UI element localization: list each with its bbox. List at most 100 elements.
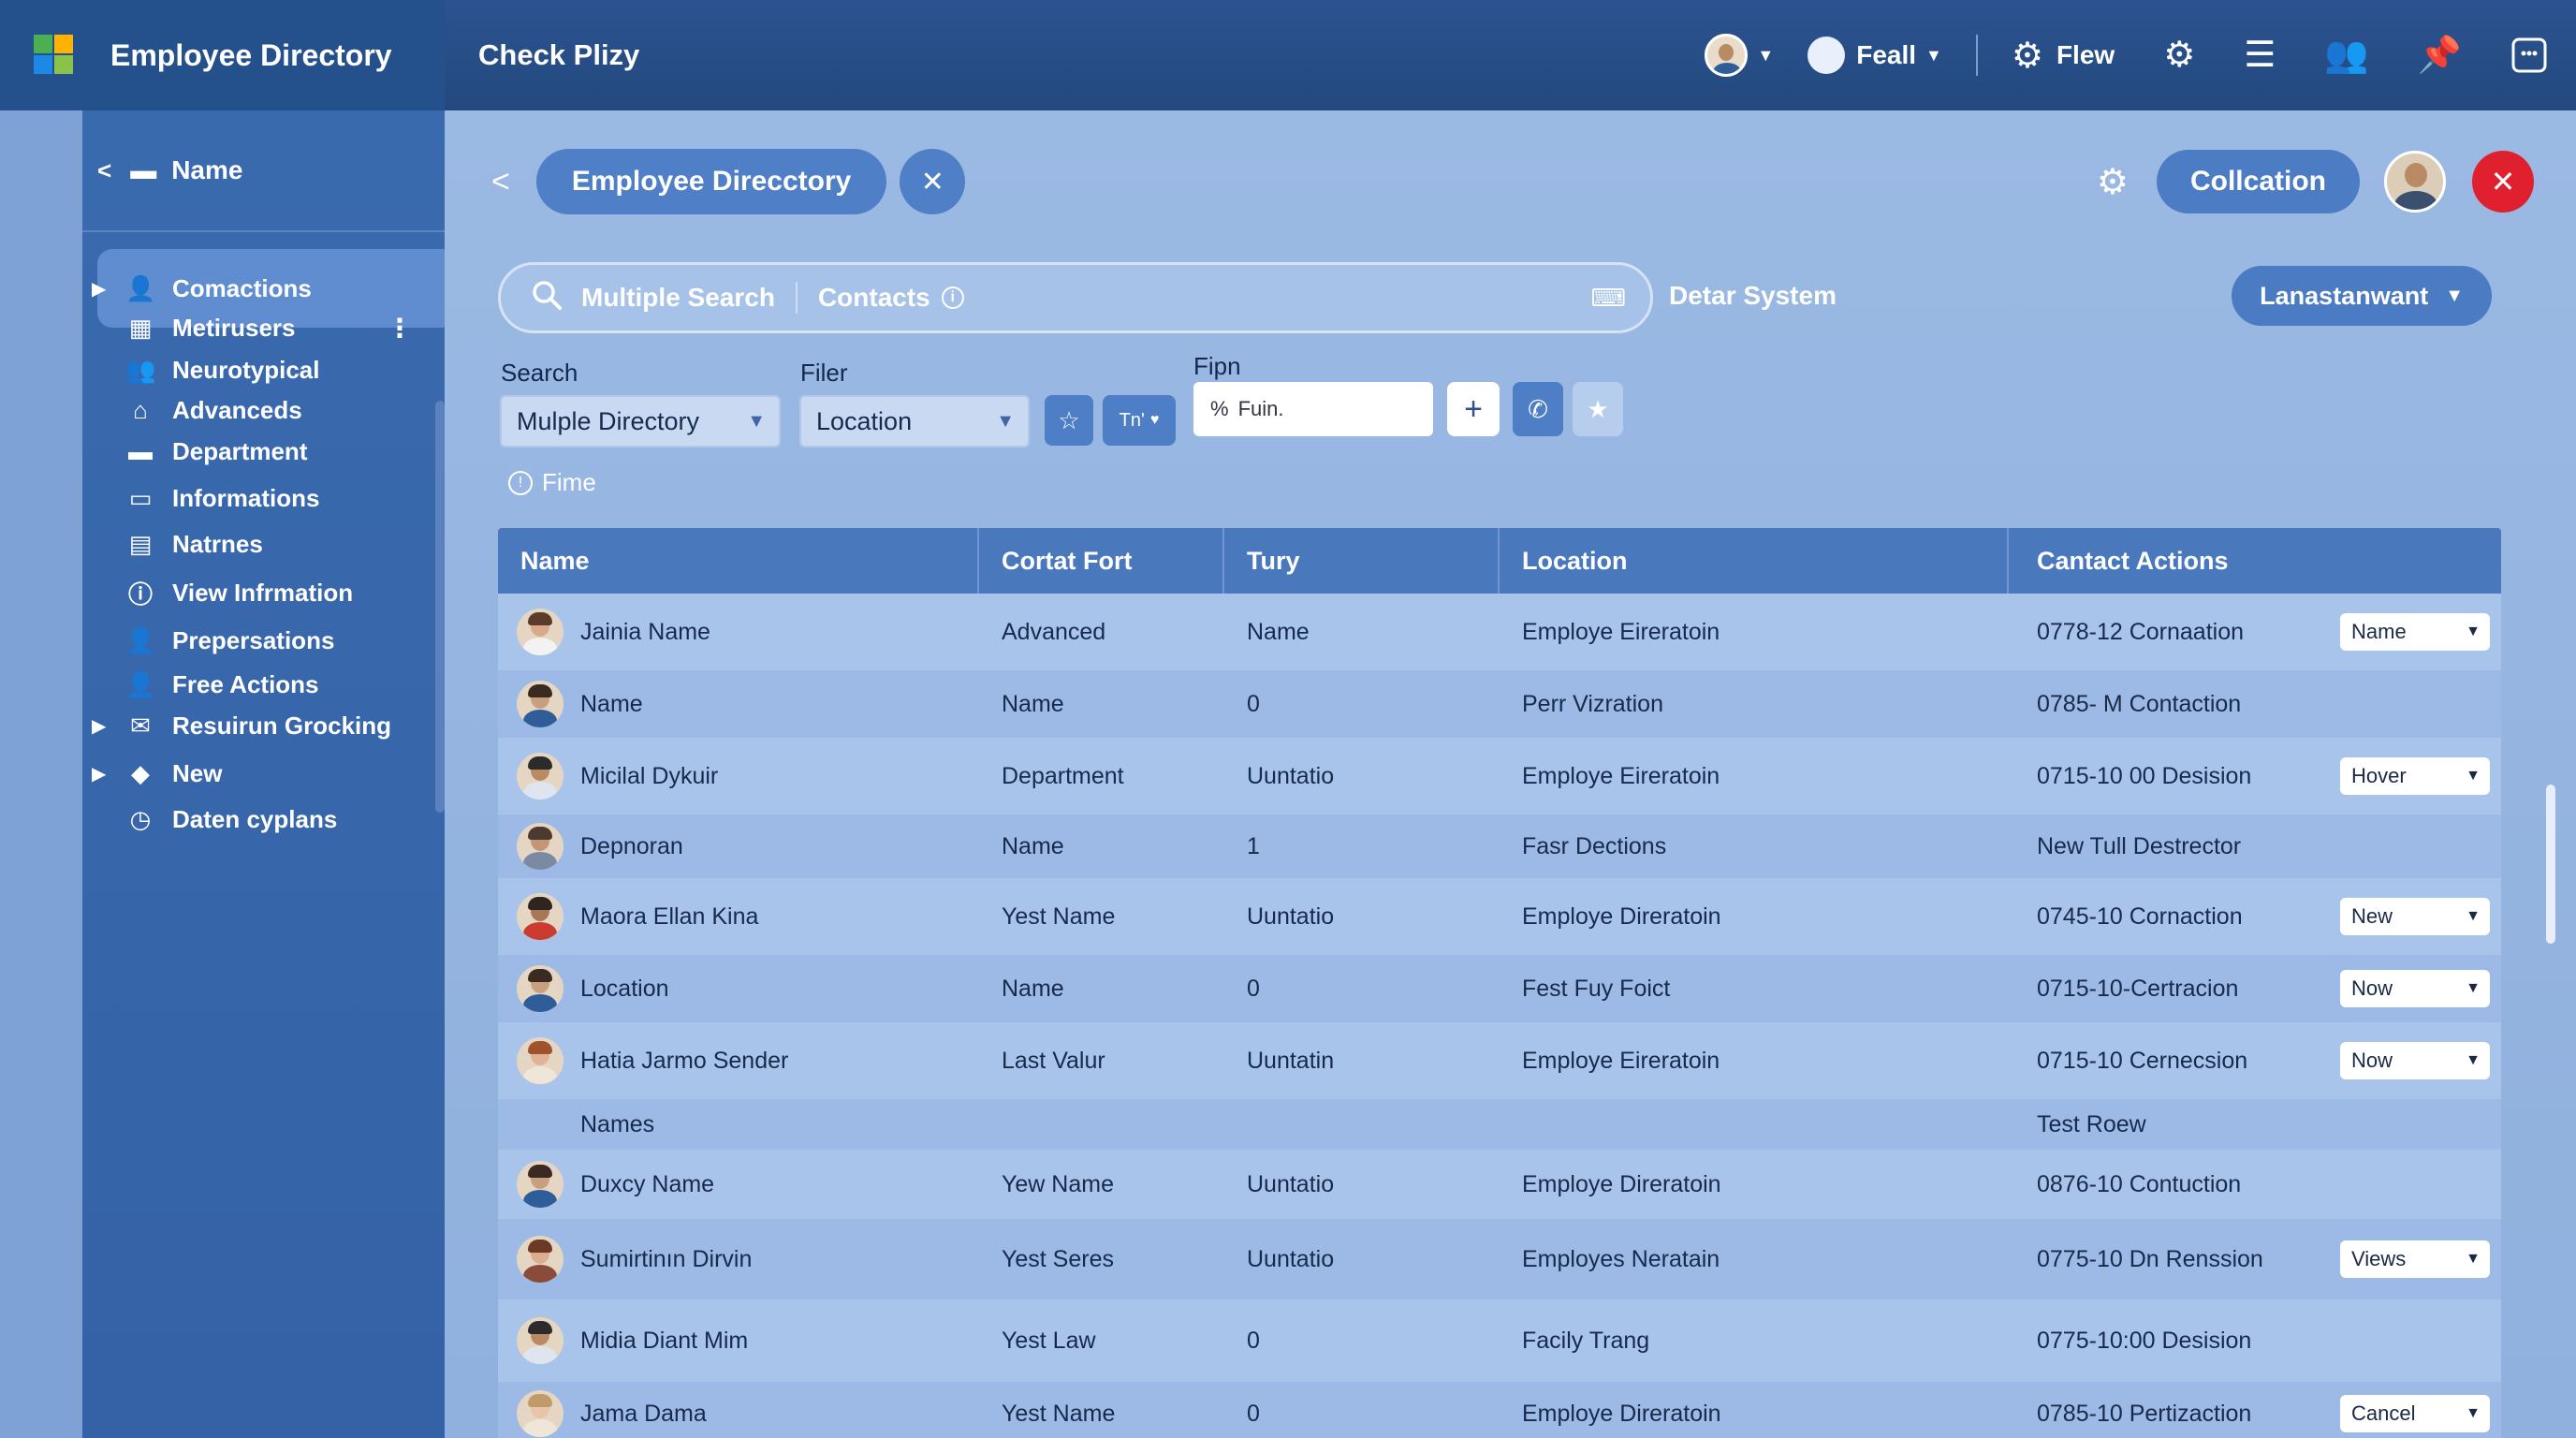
search-icon <box>531 279 563 317</box>
cell-fort: Name <box>1002 832 1064 859</box>
cell-name: Sumirtinın Dirvin <box>498 1219 979 1299</box>
flew-button[interactable]: ⚙ Flew <box>2012 35 2115 77</box>
cell-location: Employe Direratoin <box>1522 902 1721 930</box>
table-row[interactable]: Name Name 0 Perr Vizration 0785- M Contactio… <box>498 670 2501 738</box>
row-action-select[interactable]: Now ▼ <box>2340 970 2490 1007</box>
row-action-value: Views <box>2351 1247 2407 1270</box>
table-row[interactable]: Jainia Name Advanced Name Employe Eireratoi… <box>498 594 2501 670</box>
avatar <box>517 893 564 940</box>
row-action-value: Name <box>2351 620 2407 643</box>
table-scrollbar[interactable] <box>2546 785 2555 944</box>
chevron-left-icon[interactable]: < <box>97 156 111 185</box>
search-bar[interactable]: Multiple Search Contacts i ⌨ <box>498 262 1653 333</box>
column-header-actions[interactable]: Cantact Actions <box>2009 528 2501 594</box>
divider <box>1975 35 1978 76</box>
column-header-name[interactable]: Name <box>498 528 979 594</box>
cell-fort: Yest Law <box>1002 1327 1096 1354</box>
column-header-fort[interactable]: Cortat Fort <box>979 528 1224 594</box>
employee-name[interactable]: Micilal Dykuir <box>580 763 718 790</box>
employee-name[interactable]: Names <box>580 1111 654 1138</box>
table-row[interactable]: Micilal Dykuir Department Uuntatio Employe … <box>498 738 2501 814</box>
contacts-filter[interactable]: Contacts <box>818 283 930 313</box>
fipn-input[interactable]: % Fuin. <box>1193 382 1433 436</box>
collection-button[interactable]: Collcation <box>2156 150 2360 213</box>
add-button[interactable]: + <box>1447 382 1500 436</box>
back-chevron-icon[interactable]: < <box>491 164 510 200</box>
employee-name[interactable]: Sumirtinın Dirvin <box>580 1246 752 1273</box>
filer-label: Filer <box>800 359 848 387</box>
search-input[interactable]: Multiple Search <box>581 283 775 313</box>
employee-name[interactable]: Hatia Jarmo Sender <box>580 1048 788 1075</box>
gear-icon[interactable]: ⚙ <box>2163 37 2195 73</box>
detar-system-link[interactable]: Detar System <box>1669 281 1837 311</box>
table-row[interactable]: Location Name 0 Fest Fuy Foict 0715-10-Certr… <box>498 955 2501 1022</box>
employee-name[interactable]: Duxcy Name <box>580 1171 714 1198</box>
employee-name[interactable]: Jama Dama <box>580 1401 707 1428</box>
table-row[interactable]: Duxcy Name Yew Name Uuntatio Employe Direra… <box>498 1150 2501 1219</box>
employee-name[interactable]: Jainia Name <box>580 619 710 646</box>
pin-icon[interactable]: 📌 <box>2418 37 2462 73</box>
sidebar-header[interactable]: < ▬ Name <box>82 110 445 232</box>
page-title[interactable]: Employee Direcctory <box>535 149 887 214</box>
profile-menu[interactable]: ▼ <box>1705 34 1774 77</box>
close-button[interactable]: ✕ <box>2472 151 2534 213</box>
employee-name[interactable]: Location <box>580 976 669 1003</box>
cell-location: Fest Fuy Foict <box>1522 975 1671 1002</box>
avatar <box>517 1037 564 1084</box>
list-icon[interactable]: ☰ <box>2244 37 2276 73</box>
contact-text: 0785- M Contaction <box>2037 690 2242 717</box>
row-action-select[interactable]: Views ▼ <box>2340 1240 2490 1278</box>
employee-name[interactable]: Name <box>580 691 643 718</box>
cell-name: Jama Dama <box>498 1382 979 1438</box>
table-row[interactable]: Depnoran Name 1 Fasr Dections New Tull Destr… <box>498 814 2501 878</box>
avatar <box>517 965 564 1012</box>
filer-select[interactable]: Location ▼ <box>799 395 1030 448</box>
row-action-select[interactable]: New ▼ <box>2340 898 2490 935</box>
employee-table: Name Cortat Fort Tury Location Cantact A… <box>498 528 2501 1438</box>
gear-icon[interactable]: ⚙ <box>2097 161 2129 203</box>
table-row[interactable]: Jama Dama Yest Name 0 Employe Direratoin 078… <box>498 1382 2501 1438</box>
tag-filter-button[interactable]: Tn' ♥ <box>1103 395 1176 446</box>
row-action-select[interactable]: Hover ▼ <box>2340 757 2490 795</box>
row-action-select[interactable]: Cancel ▼ <box>2340 1395 2490 1432</box>
favorite-button[interactable]: ☆ <box>1045 395 1093 446</box>
column-header-tury[interactable]: Tury <box>1224 528 1500 594</box>
fime-link[interactable]: ! Fime <box>508 468 596 497</box>
close-tab-button[interactable]: ✕ <box>900 149 966 214</box>
employee-name[interactable]: Midia Diant Mim <box>580 1328 748 1355</box>
chevron-down-icon: ▼ <box>2466 1251 2481 1267</box>
sidebar-scrollbar[interactable] <box>435 401 445 813</box>
avatar[interactable] <box>2384 151 2446 213</box>
contact-text: 0745-10 Cornaction <box>2037 902 2243 930</box>
tag-filter-label: Tn' <box>1119 409 1145 431</box>
cell-fort: Yest Name <box>1002 902 1116 930</box>
cell-fort: Name <box>1002 690 1064 717</box>
call-button[interactable]: ✆ <box>1513 382 1563 436</box>
avatar <box>517 1236 564 1283</box>
table-row[interactable]: Names Test Roew <box>498 1099 2501 1150</box>
table-row[interactable]: Hatia Jarmo Sender Last Valur Uuntatin Empl… <box>498 1022 2501 1099</box>
window-icon[interactable] <box>2510 37 2548 74</box>
language-dropdown[interactable]: Lanastanwant ▼ <box>2232 266 2492 326</box>
keyboard-icon[interactable]: ⌨ <box>1590 284 1626 313</box>
sidebar-item-daten-cyplans[interactable]: ◷ Daten cyplans <box>97 780 445 858</box>
row-action-value: Cancel <box>2351 1401 2416 1425</box>
star-badge-icon: ★ <box>1587 394 1609 423</box>
brand[interactable]: Employee Directory <box>0 0 445 110</box>
employee-name[interactable]: Maora Ellan Kina <box>580 903 758 931</box>
table-row[interactable]: Sumirtinın Dirvin Yest Seres Uuntatio Emplo… <box>498 1219 2501 1299</box>
table-row[interactable]: Maora Ellan Kina Yest Name Uuntatio Employe… <box>498 878 2501 955</box>
info-icon[interactable]: i <box>941 286 964 309</box>
row-action-select[interactable]: Name ▼ <box>2340 613 2490 651</box>
row-action-select[interactable]: Now ▼ <box>2340 1042 2490 1079</box>
bookmark-button[interactable]: ★ <box>1573 382 1623 436</box>
employee-name[interactable]: Depnoran <box>580 833 683 860</box>
table-row[interactable]: Midia Diant Mim Yest Law 0 Facily Trang 0775… <box>498 1299 2501 1382</box>
column-header-location[interactable]: Location <box>1500 528 2009 594</box>
people-icon[interactable]: 👥 <box>2324 37 2368 73</box>
cell-name: Name <box>498 670 979 738</box>
cell-contact: 0876-10 Contuction <box>2009 1150 2501 1219</box>
sidebar-item-label: Daten cyplans <box>172 804 338 833</box>
user-menu[interactable]: Feall ▼ <box>1808 37 1942 74</box>
search-select[interactable]: Mulple Directory ▼ <box>500 395 781 448</box>
